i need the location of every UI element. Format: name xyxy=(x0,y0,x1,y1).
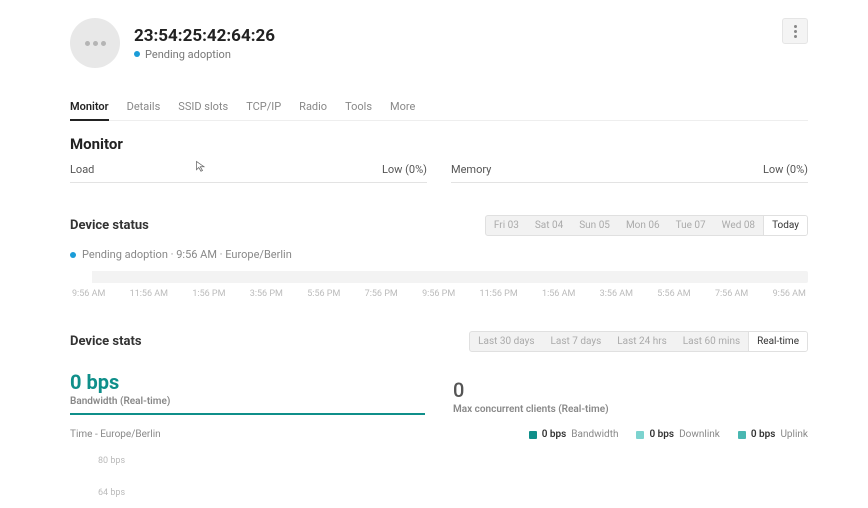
status-time-axis: 9:56 AM 11:56 AM 1:56 PM 3:56 PM 5:56 PM… xyxy=(70,289,808,299)
range-7d[interactable]: Last 7 days xyxy=(543,332,610,351)
range-selector: Last 30 days Last 7 days Last 24 hrs Las… xyxy=(469,331,808,352)
tab-monitor[interactable]: Monitor xyxy=(70,100,109,121)
tab-tcpip[interactable]: TCP/IP xyxy=(246,100,281,120)
bandwidth-label: Bandwidth (Real-time) xyxy=(70,396,425,407)
tab-more[interactable]: More xyxy=(390,100,415,120)
status-text: Pending adoption xyxy=(145,48,231,61)
device-stats-title: Device stats xyxy=(70,334,142,349)
status-dot-icon xyxy=(134,51,140,57)
day-tue[interactable]: Tue 07 xyxy=(668,216,714,235)
monitor-title: Monitor xyxy=(70,135,808,153)
day-selector: Fri 03 Sat 04 Sun 05 Mon 06 Tue 07 Wed 0… xyxy=(485,215,808,236)
tab-radio[interactable]: Radio xyxy=(299,100,327,120)
day-mon[interactable]: Mon 06 xyxy=(618,216,668,235)
time-zone-label: Time - Europe/Berlin xyxy=(70,429,161,440)
device-status-title: Device status xyxy=(70,218,149,233)
range-30d[interactable]: Last 30 days xyxy=(470,332,542,351)
chart-legend: 0 bps Bandwidth 0 bps Downlink 0 bps Upl… xyxy=(529,429,808,440)
device-avatar xyxy=(70,18,120,68)
status-dot-icon xyxy=(70,252,76,258)
day-wed[interactable]: Wed 08 xyxy=(714,216,763,235)
clients-value: 0 xyxy=(453,378,808,402)
load-value: Low (0%) xyxy=(382,163,427,176)
status-line: Pending adoption xyxy=(134,48,275,61)
range-60m[interactable]: Last 60 mins xyxy=(675,332,748,351)
tab-ssid[interactable]: SSID slots xyxy=(178,100,228,120)
square-icon xyxy=(738,431,746,439)
tab-details[interactable]: Details xyxy=(127,100,161,120)
legend-bandwidth: 0 bps Bandwidth xyxy=(529,429,619,440)
day-sun[interactable]: Sun 05 xyxy=(571,216,618,235)
day-today[interactable]: Today xyxy=(763,216,807,235)
square-icon xyxy=(636,431,644,439)
metric-memory: Memory Low (0%) xyxy=(451,163,808,183)
tab-tools[interactable]: Tools xyxy=(345,100,372,120)
metric-load: Load Low (0%) xyxy=(70,163,427,183)
square-icon xyxy=(529,431,537,439)
header: 23:54:25:42:64:26 Pending adoption xyxy=(70,18,808,68)
range-realtime[interactable]: Real-time xyxy=(748,332,807,351)
memory-value: Low (0%) xyxy=(763,163,808,176)
legend-uplink: 0 bps Uplink xyxy=(738,429,808,440)
legend-downlink: 0 bps Downlink xyxy=(636,429,719,440)
status-event-text: Pending adoption · 9:56 AM · Europe/Berl… xyxy=(82,248,292,261)
load-label: Load xyxy=(70,163,94,176)
tabs: Monitor Details SSID slots TCP/IP Radio … xyxy=(70,100,808,121)
memory-label: Memory xyxy=(451,163,491,176)
bandwidth-stat: 0 bps Bandwidth (Real-time) xyxy=(70,370,425,415)
clients-label: Max concurrent clients (Real-time) xyxy=(453,404,808,415)
bandwidth-value: 0 bps xyxy=(70,370,425,394)
status-event: Pending adoption · 9:56 AM · Europe/Berl… xyxy=(70,248,808,261)
chart-y-axis: 80 bps 64 bps xyxy=(70,456,808,498)
clients-stat: 0 Max concurrent clients (Real-time) xyxy=(453,378,808,415)
status-timeline xyxy=(70,271,808,283)
more-actions-button[interactable] xyxy=(782,18,808,44)
day-fri[interactable]: Fri 03 xyxy=(486,216,527,235)
day-sat[interactable]: Sat 04 xyxy=(527,216,571,235)
device-id: 23:54:25:42:64:26 xyxy=(134,26,275,46)
range-24h[interactable]: Last 24 hrs xyxy=(609,332,675,351)
